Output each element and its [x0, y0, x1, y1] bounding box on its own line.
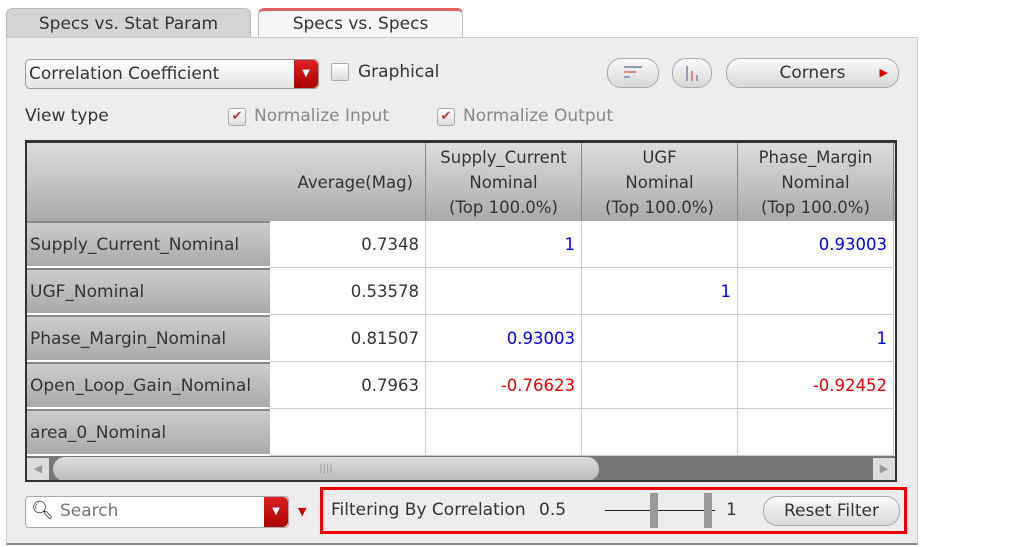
row-header[interactable]: area_0_Nominal: [27, 409, 270, 454]
table-cell[interactable]: 0.7348: [270, 221, 426, 268]
graphical-checkbox[interactable]: [331, 63, 349, 81]
triangle-right-icon: ▶: [879, 66, 888, 79]
column-header-line: UGF: [642, 148, 677, 167]
chevron-down-icon[interactable]: ▼: [294, 60, 318, 88]
table-cell[interactable]: [738, 268, 894, 315]
vertical-bars-icon: [686, 66, 698, 81]
table-cell[interactable]: 0.81507: [270, 315, 426, 362]
column-header-line: Nominal: [469, 173, 538, 192]
search-options-icon[interactable]: ▼: [298, 505, 306, 518]
table-cell[interactable]: 0.93003: [738, 221, 894, 268]
scroll-left-icon[interactable]: ◀: [27, 458, 49, 480]
column-header[interactable]: Phase_Margin Nominal (Top 100.0%): [738, 143, 894, 221]
tab-specs-vs-stat-param[interactable]: Specs vs. Stat Param: [6, 8, 251, 38]
table-cell[interactable]: 1: [426, 221, 582, 268]
scrollbar-thumb[interactable]: ||||: [53, 457, 599, 480]
filter-slider-track[interactable]: [605, 510, 715, 511]
horizontal-bars-icon: [624, 66, 642, 78]
correlation-table: Average(Mag) Supply_Current Nominal (Top 1…: [25, 140, 897, 482]
metric-dropdown[interactable]: Correlation Coefficient ▼: [25, 59, 319, 89]
column-header-line: [270, 195, 413, 220]
table-cell[interactable]: 0.7963: [270, 362, 426, 409]
normalize-output-checkbox[interactable]: ✔: [437, 108, 455, 126]
graphical-label: Graphical: [358, 62, 440, 82]
correlation-filter: Filtering By Correlation 0.5 1 Reset Fil…: [320, 487, 907, 534]
bar-chart-horizontal-button[interactable]: [607, 58, 659, 88]
table-cell[interactable]: -0.76623: [426, 362, 582, 409]
column-header-line: (Top 100.0%): [605, 198, 714, 217]
table-cell[interactable]: 1: [738, 315, 894, 362]
filter-max-value: 1: [726, 500, 737, 520]
row-header[interactable]: Open_Loop_Gain_Nominal: [27, 362, 270, 407]
corners-label: Corners: [779, 63, 846, 83]
column-header[interactable]: Supply_Current Nominal (Top 100.0%): [426, 143, 582, 221]
filter-slider-max-handle[interactable]: [704, 493, 712, 528]
column-header[interactable]: Average(Mag): [270, 143, 426, 221]
table-cell[interactable]: [582, 362, 738, 409]
search-dropdown-icon[interactable]: ▼: [264, 497, 288, 527]
column-header-line: (Top 100.0%): [449, 198, 558, 217]
filter-min-value: 0.5: [539, 500, 567, 520]
tab-specs-vs-specs[interactable]: Specs vs. Specs: [258, 8, 463, 38]
table-cell[interactable]: [582, 221, 738, 268]
table-cell[interactable]: [582, 315, 738, 362]
column-header-line: Nominal: [781, 173, 850, 192]
table-cell[interactable]: [426, 409, 582, 456]
column-header[interactable]: UGF Nominal (Top 100.0%): [582, 143, 738, 221]
table-cell[interactable]: 0.93003: [426, 315, 582, 362]
filter-label: Filtering By Correlation: [331, 500, 526, 520]
column-header-line: [270, 145, 413, 170]
column-header-line: Nominal: [625, 173, 694, 192]
row-header[interactable]: Supply_Current_Nominal: [27, 221, 270, 266]
filter-slider-min-handle[interactable]: [650, 493, 658, 528]
table-cell[interactable]: [738, 409, 894, 456]
search-icon: 🔍︎: [31, 500, 54, 521]
horizontal-scrollbar[interactable]: ◀ |||| ▶: [27, 456, 895, 480]
column-header-line: Phase_Margin: [758, 148, 873, 167]
metric-value: Correlation Coefficient: [29, 64, 220, 84]
scroll-right-icon[interactable]: ▶: [873, 458, 895, 480]
table-cell[interactable]: -0.92452: [738, 362, 894, 409]
search-input[interactable]: [60, 501, 260, 521]
table-cell[interactable]: [582, 409, 738, 456]
normalize-input-checkbox[interactable]: ✔: [228, 108, 246, 126]
table-cell[interactable]: 0.53578: [270, 268, 426, 315]
reset-filter-button[interactable]: Reset Filter: [763, 496, 900, 526]
table-cell[interactable]: [270, 409, 426, 456]
column-header-line: Supply_Current: [440, 148, 567, 167]
corners-button[interactable]: Corners ▶: [726, 58, 899, 88]
row-header[interactable]: UGF_Nominal: [27, 268, 270, 313]
table-cell[interactable]: [426, 268, 582, 315]
search-field[interactable]: 🔍︎ ▼: [25, 496, 289, 528]
table-cell[interactable]: 1: [582, 268, 738, 315]
normalize-output-label: Normalize Output: [463, 106, 614, 126]
column-header-line: (Top 100.0%): [761, 198, 870, 217]
view-type-label: View type: [25, 106, 109, 126]
bar-chart-vertical-button[interactable]: [672, 58, 712, 88]
column-header-line: Average(Mag): [297, 173, 413, 192]
row-header[interactable]: Phase_Margin_Nominal: [27, 315, 270, 360]
normalize-input-label: Normalize Input: [254, 106, 390, 126]
